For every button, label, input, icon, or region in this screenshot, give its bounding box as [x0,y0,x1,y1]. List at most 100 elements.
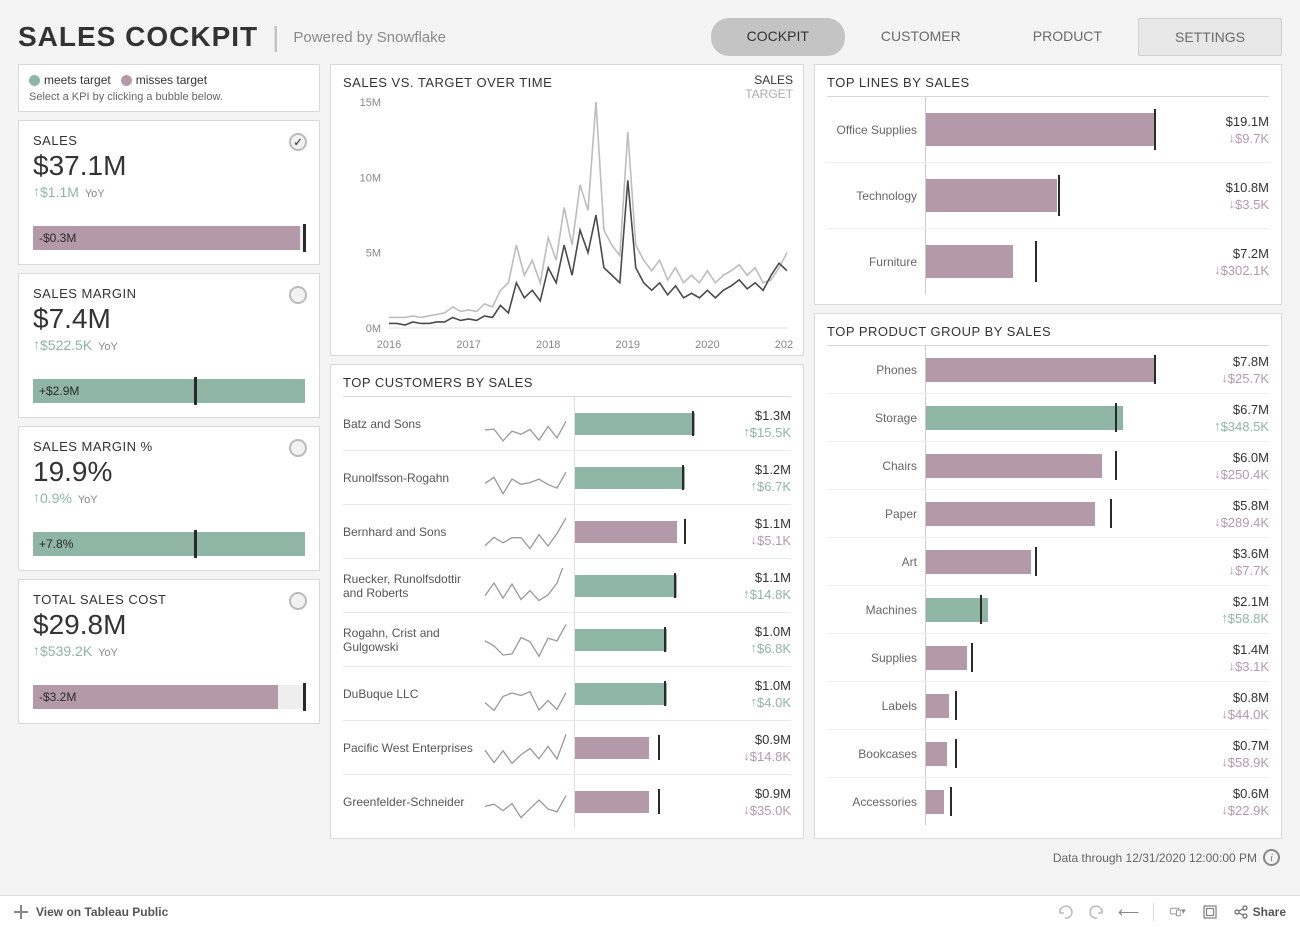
customer-row[interactable]: Rogahn, Crist and Gulgowski$1.0M↑$6.8K [343,612,791,666]
bar-row-delta: ↓$58.9K [1155,755,1269,770]
customer-row[interactable]: Pacific West Enterprises$0.9M↓$14.8K [343,720,791,774]
kpi-card-sales[interactable]: SALES$37.1M↑$1.1M YoY-$0.3M [18,120,320,265]
bar-row[interactable]: Machines$2.1M↑$58.8K [827,585,1269,633]
svg-text:15M: 15M [360,97,381,109]
customer-spark [483,721,575,774]
bar-row[interactable]: Supplies$1.4M↓$3.1K [827,633,1269,681]
legend-sales: SALES [745,73,793,87]
bar-row[interactable]: Office Supplies$19.1M↓$9.7K [827,96,1269,162]
bar-row[interactable]: Paper$5.8M↓$289.4K [827,489,1269,537]
customer-name: Batz and Sons [343,417,483,431]
kpi-radio-margin-pct[interactable] [289,439,307,457]
bar-row[interactable]: Phones$7.8M↓$25.7K [827,345,1269,393]
bar-row[interactable]: Storage$6.7M↑$348.5K [827,393,1269,441]
customer-row[interactable]: Bernhard and Sons$1.1M↓$5.1K [343,504,791,558]
share-label: Share [1253,905,1286,919]
productgroup-panel: TOP PRODUCT GROUP BY SALES Phones$7.8M↓$… [814,313,1282,839]
meets-dot-icon [29,75,40,86]
kpi-bar: +$2.9M [33,379,305,403]
customer-value: $0.9M [755,732,791,747]
bar-row[interactable]: Accessories$0.6M↓$22.9K [827,777,1269,825]
bar-row-delta: ↓$250.4K [1155,467,1269,482]
tableau-logo-icon [14,905,28,919]
bar-row-value: $6.0M [1233,450,1269,465]
kpi-card-margin-pct[interactable]: SALES MARGIN %19.9%↑0.9% YoY+7.8% [18,426,320,571]
bar-row-value: $1.4M [1233,642,1269,657]
bar-row-bar [925,163,1155,228]
info-icon[interactable]: i [1263,849,1280,866]
kpi-delta: ↑$1.1M YoY [33,184,305,200]
svg-text:2016: 2016 [377,339,401,351]
misses-dot-icon [121,75,132,86]
fullscreen-icon[interactable] [1202,904,1218,920]
bar-row[interactable]: Bookcases$0.7M↓$58.9K [827,729,1269,777]
tab-product[interactable]: PRODUCT [997,18,1138,56]
customer-delta: ↓$14.8K [695,749,791,764]
tab-cockpit[interactable]: COCKPIT [711,18,845,56]
customer-spark [483,667,575,720]
bar-row-delta: ↓$22.9K [1155,803,1269,818]
customer-delta: ↑$4.0K [695,695,791,710]
customer-value: $0.9M [755,786,791,801]
bar-row[interactable]: Technology$10.8M↓$3.5K [827,162,1269,228]
bar-row-value: $3.6M [1233,546,1269,561]
bar-row-name: Storage [827,411,925,425]
customer-name: DuBuque LLC [343,687,483,701]
bar-row-delta: ↓$289.4K [1155,515,1269,530]
kpi-value: 19.9% [33,456,305,488]
view-on-tableau-link[interactable]: View on Tableau Public [36,905,168,919]
timechart-legend: SALES TARGET [745,73,793,101]
customer-value: $1.0M [755,624,791,639]
customer-name: Bernhard and Sons [343,525,483,539]
bar-row-delta: ↓$3.1K [1155,659,1269,674]
timechart-svg[interactable]: 0M5M10M15M201620172018201920202021 [343,96,793,354]
share-button[interactable]: Share [1234,905,1286,919]
customer-delta: ↑$14.8K [695,587,791,602]
bar-row-delta: ↑$58.8K [1155,611,1269,626]
bar-row[interactable]: Furniture$7.2M↓$302.1K [827,228,1269,294]
bar-row-bar [925,778,1155,825]
productgroup-title: TOP PRODUCT GROUP BY SALES [827,324,1269,339]
customer-row[interactable]: Runolfsson-Rogahn$1.2M↑$6.7K [343,450,791,504]
kpi-card-margin[interactable]: SALES MARGIN$7.4M↑$522.5K YoY+$2.9M [18,273,320,418]
bar-row-value: $19.1M [1226,114,1269,129]
customer-row[interactable]: Ruecker, Runolfsdottir and Roberts$1.1M↑… [343,558,791,612]
bar-row-name: Phones [827,363,925,377]
revert-icon[interactable]: ⟵ [1121,904,1137,920]
customers-panel: TOP CUSTOMERS BY SALES Batz and Sons$1.3… [330,364,804,839]
bar-row-bar [925,538,1155,585]
device-icon[interactable]: ▾ [1170,904,1186,920]
customer-row[interactable]: Greenfelder-Schneider$0.9M↓$35.0K [343,774,791,828]
svg-text:10M: 10M [360,172,381,184]
customer-value: $1.1M [755,570,791,585]
customer-spark [483,505,575,558]
customer-bar [575,451,695,504]
tab-customer[interactable]: CUSTOMER [845,18,997,56]
kpi-radio-sales[interactable] [289,133,307,151]
customer-bar [575,721,695,774]
bar-row-name: Labels [827,699,925,713]
timechart-panel: SALES VS. TARGET OVER TIME SALES TARGET … [330,64,804,356]
svg-text:2017: 2017 [456,339,480,351]
kpi-delta: ↑$522.5K YoY [33,337,305,353]
bar-row-value: $0.8M [1233,690,1269,705]
bar-row-value: $0.6M [1233,786,1269,801]
customer-row[interactable]: Batz and Sons$1.3M↑$15.5K [343,396,791,450]
customer-spark [483,775,575,828]
customers-title: TOP CUSTOMERS BY SALES [343,375,791,390]
main-tabs: COCKPIT CUSTOMER PRODUCT SETTINGS [711,18,1282,56]
bar-row[interactable]: Art$3.6M↓$7.7K [827,537,1269,585]
kpi-radio-cost[interactable] [289,592,307,610]
customer-spark [483,397,575,450]
kpi-card-cost[interactable]: TOTAL SALES COST$29.8M↑$539.2K YoY-$3.2M [18,579,320,724]
customer-delta: ↑$15.5K [695,425,791,440]
undo-icon[interactable] [1057,904,1073,920]
customer-spark [483,559,575,612]
customer-spark [483,613,575,666]
bar-row[interactable]: Chairs$6.0M↓$250.4K [827,441,1269,489]
tab-settings[interactable]: SETTINGS [1138,18,1282,56]
customer-row[interactable]: DuBuque LLC$1.0M↑$4.0K [343,666,791,720]
redo-icon[interactable] [1089,904,1105,920]
bar-row[interactable]: Labels$0.8M↓$44.0K [827,681,1269,729]
kpi-radio-margin[interactable] [289,286,307,304]
